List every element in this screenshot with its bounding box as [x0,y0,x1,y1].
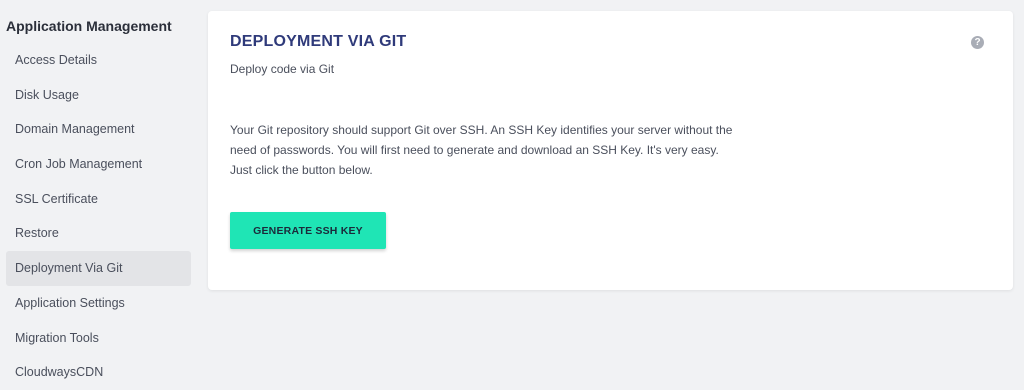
generate-ssh-key-button[interactable]: GENERATE SSH KEY [230,212,386,249]
sidebar-item-access-details[interactable]: Access Details [6,43,191,78]
sidebar-item-disk-usage[interactable]: Disk Usage [6,78,191,113]
sidebar-item-migration-tools[interactable]: Migration Tools [6,321,191,356]
sidebar-item-domain-management[interactable]: Domain Management [6,112,191,147]
deployment-card: DEPLOYMENT VIA GIT Deploy code via Git ?… [208,11,1013,290]
sidebar-item-application-settings[interactable]: Application Settings [6,286,191,321]
card-subtitle: Deploy code via Git [230,62,335,76]
sidebar-item-deployment-via-git[interactable]: Deployment Via Git [6,251,191,286]
description-line: need of passwords. You will first need t… [230,143,719,157]
sidebar-list: Access Details Disk Usage Domain Managem… [6,43,191,390]
sidebar-item-restore[interactable]: Restore [6,216,191,251]
sidebar-title: Application Management [6,18,172,34]
card-description: Your Git repository should support Git o… [230,120,770,180]
sidebar-item-cron-job-management[interactable]: Cron Job Management [6,147,191,182]
description-line: Your Git repository should support Git o… [230,123,733,137]
page: Application Management Access Details Di… [0,0,1024,390]
sidebar-item-cloudways-cdn[interactable]: CloudwaysCDN [6,355,191,390]
card-title: DEPLOYMENT VIA GIT [230,33,407,50]
sidebar-item-ssl-certificate[interactable]: SSL Certificate [6,182,191,217]
help-circle-icon[interactable]: ? [971,36,984,49]
description-line: Just click the button below. [230,163,373,177]
sidebar: Application Management Access Details Di… [0,0,200,390]
